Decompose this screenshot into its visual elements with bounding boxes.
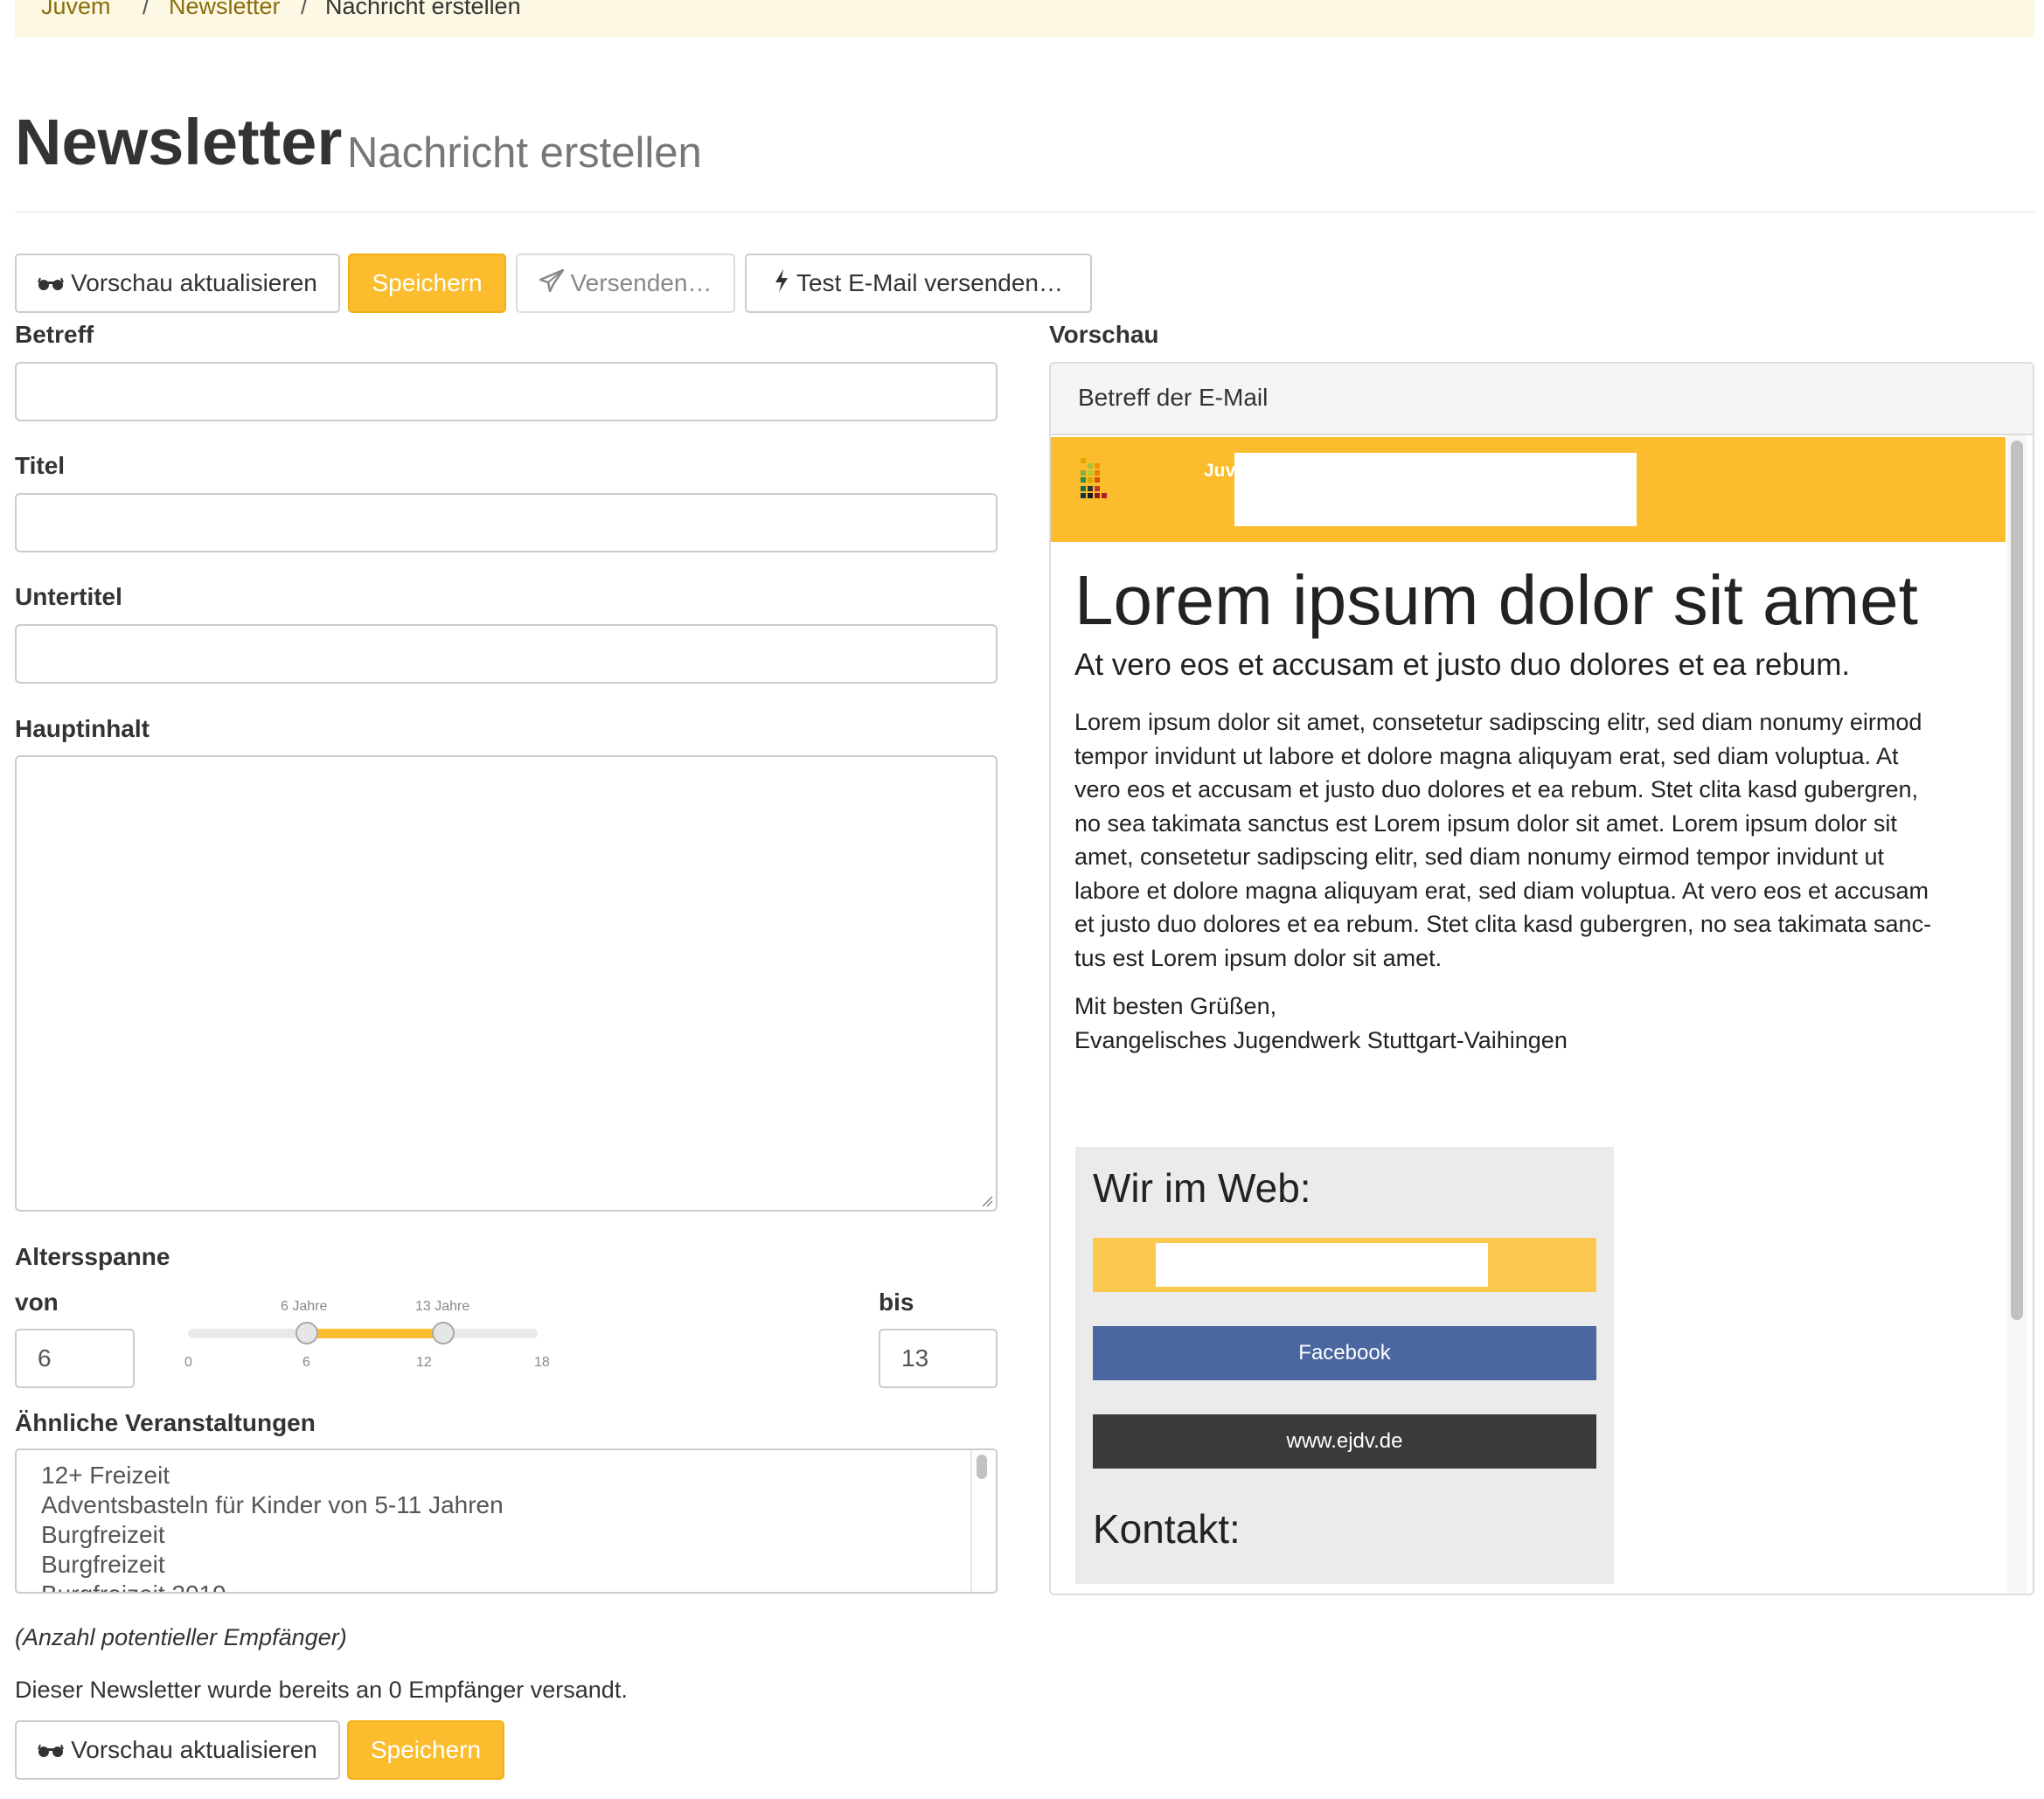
recipients-count-note: (Anzahl potentieller Empfänger) bbox=[15, 1624, 347, 1650]
paper-plane-icon bbox=[539, 268, 564, 298]
slider-tick-label: 0 bbox=[184, 1355, 192, 1370]
preview-facebook-label: Facebook bbox=[1298, 1341, 1391, 1365]
preview-email-subject: Betreff der E-Mail bbox=[1051, 364, 2033, 435]
preview-banner-redacted bbox=[1234, 453, 1637, 526]
preview-body-line: vero eos et accusam et justo duo dolores… bbox=[1074, 776, 1919, 802]
age-range-label: Altersspanne bbox=[15, 1243, 170, 1270]
preview-website-label: www.ejdv.de bbox=[1286, 1429, 1403, 1453]
breadcrumb-link-newsletter[interactable]: Newsletter bbox=[169, 0, 281, 20]
list-item[interactable]: Burgfreizeit 2019 bbox=[41, 1580, 226, 1592]
similar-events-label: Ähnliche Veranstaltungen bbox=[15, 1409, 316, 1436]
preview-email-subject-text: Betreff der E-Mail bbox=[1078, 384, 1269, 411]
preview-update-button-bottom[interactable]: Vorschau aktualisieren bbox=[15, 1720, 340, 1780]
glasses-icon bbox=[38, 269, 65, 297]
list-item[interactable]: Burgfreizeit bbox=[41, 1551, 165, 1579]
breadcrumb-separator: / bbox=[301, 0, 308, 19]
preview-web-heading: Wir im Web: bbox=[1093, 1165, 1311, 1211]
preview-signature: Evangelisches Jugendwerk Stuttgart-Vaihi… bbox=[1074, 1027, 1568, 1053]
age-from-label: von bbox=[15, 1288, 59, 1316]
save-button-bottom[interactable]: Speichern bbox=[347, 1720, 504, 1780]
preview-body-line: et justo duo dolores et ea rebum. Stet c… bbox=[1074, 911, 1932, 937]
slider-tooltip-high: 13 Jahre bbox=[415, 1299, 470, 1314]
similar-events-select[interactable]: 12+ Freizeit Adventsbasteln für Kinder v… bbox=[15, 1448, 998, 1594]
page-subtitle: Nachricht erstellen bbox=[347, 129, 702, 177]
preview-contact-heading: Kontakt: bbox=[1093, 1506, 1241, 1552]
preview-body-line: Lorem ipsum dolor sit amet, consetetur s… bbox=[1074, 709, 1922, 735]
slider-tick-label: 12 bbox=[416, 1355, 432, 1370]
save-label: Speichern bbox=[370, 1736, 482, 1763]
page-title: Newsletter bbox=[15, 106, 343, 178]
send-button[interactable]: Versenden… bbox=[516, 254, 735, 313]
save-label: Speichern bbox=[372, 269, 483, 296]
preview-facebook-button[interactable]: Facebook bbox=[1093, 1326, 1596, 1380]
preview-body: Lorem ipsum dolor sit amet, consetetur s… bbox=[1074, 705, 1931, 975]
preview-website-button[interactable]: www.ejdv.de bbox=[1093, 1414, 1596, 1469]
send-label: Versenden… bbox=[570, 269, 713, 296]
test-email-label: Test E-Mail versenden… bbox=[796, 269, 1063, 296]
preview-banner: Juv bbox=[1051, 437, 2006, 542]
subtitle-input[interactable] bbox=[15, 624, 998, 684]
preview-body-line: tus est Lorem ipsum dolor sit amet. bbox=[1074, 944, 1443, 971]
test-email-button[interactable]: Test E-Mail versenden… bbox=[745, 254, 1092, 313]
slider-tick-label: 18 bbox=[534, 1355, 550, 1370]
age-slider-range bbox=[307, 1329, 444, 1338]
listbox-scrollbar[interactable] bbox=[977, 1455, 987, 1479]
logo-icon bbox=[1081, 458, 1110, 515]
preview-subheadline: At vero eos et accusam et justo duo dolo… bbox=[1074, 648, 1851, 682]
breadcrumb-separator: / bbox=[143, 0, 149, 19]
title-label: Titel bbox=[15, 452, 66, 479]
content-label: Hauptinhalt bbox=[15, 715, 149, 742]
preview-body-line: amet, consetetur sadipscing elitr, sed d… bbox=[1074, 844, 1884, 870]
age-to-label: bis bbox=[879, 1288, 914, 1316]
preview-juvem-button[interactable] bbox=[1093, 1238, 1596, 1292]
lightning-icon bbox=[774, 268, 789, 299]
subject-label: Betreff bbox=[15, 321, 94, 348]
preview-brand-text: Juv bbox=[1204, 461, 1236, 481]
preview-headline: Lorem ipsum dolor sit amet bbox=[1074, 561, 1918, 639]
list-item[interactable]: Burgfreizeit bbox=[41, 1521, 165, 1549]
sent-info: Dieser Newsletter wurde bereits an 0 Emp… bbox=[15, 1677, 628, 1703]
preview-update-label: Vorschau aktualisieren bbox=[71, 1736, 317, 1763]
subject-input[interactable] bbox=[15, 362, 998, 421]
age-slider-handle-high[interactable] bbox=[432, 1322, 455, 1344]
preview-body-line: tempor invidunt ut labore et dolore magn… bbox=[1074, 742, 1899, 769]
glasses-icon bbox=[38, 1736, 65, 1764]
preview-body-line: no sea takimata sanctus est Lorem ipsum … bbox=[1074, 809, 1897, 837]
content-textarea[interactable] bbox=[15, 755, 998, 1212]
age-to-input[interactable] bbox=[879, 1329, 998, 1388]
breadcrumb: Juvem / Newsletter / Nachricht erstellen bbox=[15, 0, 2034, 38]
slider-tick-label: 6 bbox=[302, 1355, 310, 1370]
preview-update-label: Vorschau aktualisieren bbox=[71, 269, 317, 296]
preview-body-line: labore et dolore magna aliquyam erat, se… bbox=[1074, 877, 1929, 904]
preview-label: Vorschau bbox=[1049, 321, 1159, 348]
resize-handle-icon[interactable] bbox=[981, 1195, 993, 1212]
preview-greeting: Mit besten Grüßen, bbox=[1074, 993, 1277, 1019]
age-from-input[interactable] bbox=[15, 1329, 135, 1388]
preview-scrollbar[interactable] bbox=[2011, 441, 2023, 1320]
title-input[interactable] bbox=[15, 493, 998, 552]
preview-juvem-button-redacted bbox=[1156, 1243, 1488, 1287]
preview-panel: Betreff der E-Mail Juv Lorem ipsum dolor… bbox=[1049, 362, 2034, 1595]
subtitle-label: Untertitel bbox=[15, 583, 122, 610]
breadcrumb-current: Nachricht erstellen bbox=[325, 0, 521, 19]
age-slider-handle-low[interactable] bbox=[295, 1322, 318, 1344]
slider-tooltip-low: 6 Jahre bbox=[281, 1299, 328, 1314]
listbox-scroll-track bbox=[970, 1450, 972, 1592]
preview-update-button[interactable]: Vorschau aktualisieren bbox=[15, 254, 340, 313]
breadcrumb-link-juvem[interactable]: Juvem bbox=[41, 0, 111, 20]
list-item[interactable]: Adventsbasteln für Kinder von 5-11 Jahre… bbox=[41, 1491, 504, 1519]
list-item[interactable]: 12+ Freizeit bbox=[41, 1462, 170, 1490]
save-button[interactable]: Speichern bbox=[348, 254, 506, 313]
preview-web-box: Wir im Web: Facebook www.ejdv.de Kontakt… bbox=[1075, 1147, 1614, 1584]
